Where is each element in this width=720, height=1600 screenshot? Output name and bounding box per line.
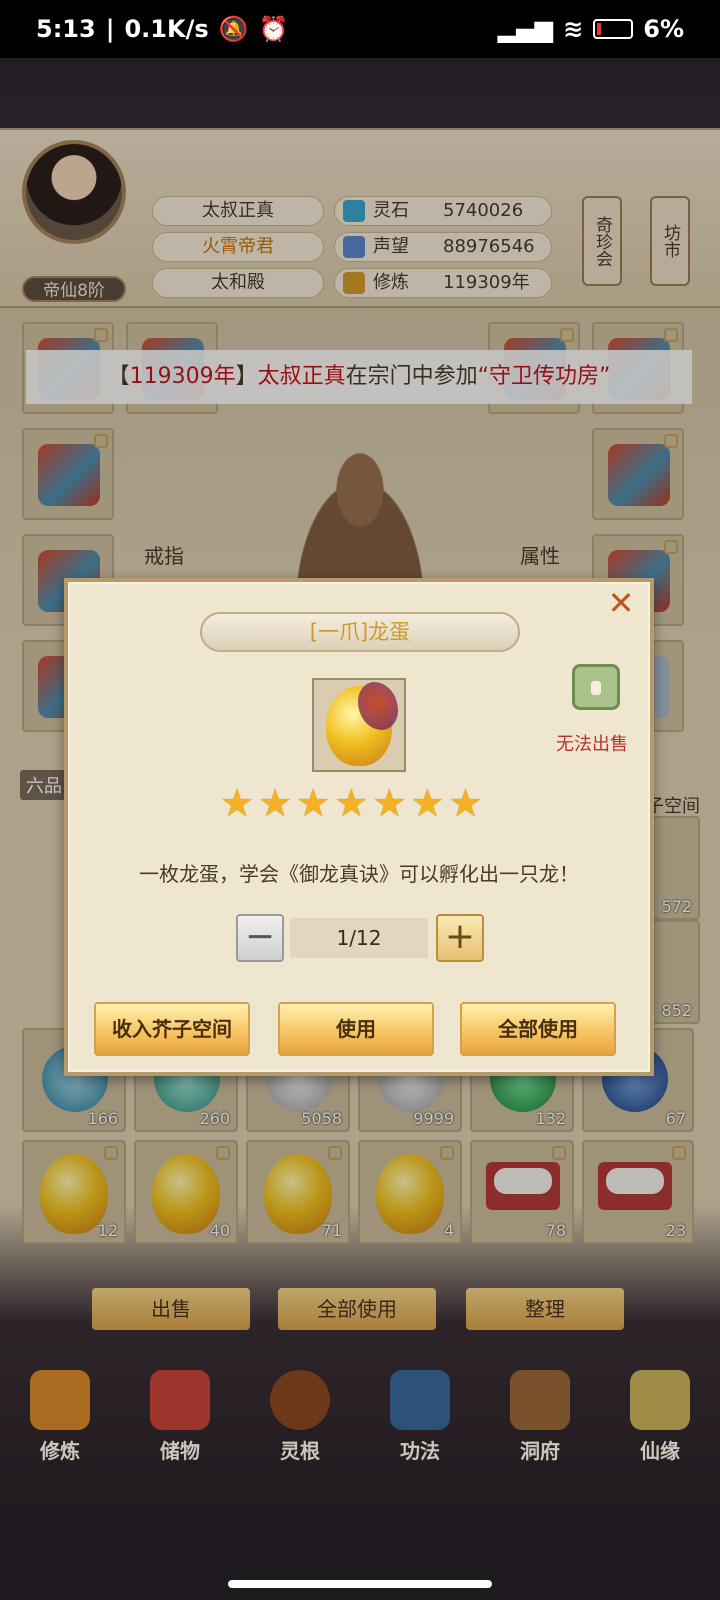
item-title: [一爪]龙蛋: [200, 612, 520, 652]
use-all-button[interactable]: 全部使用: [460, 1002, 616, 1056]
alarm-icon: ⏰: [258, 15, 289, 43]
battery-level: 6%: [643, 15, 684, 43]
quantity-field[interactable]: 1/12: [290, 918, 428, 958]
store-in-space-button[interactable]: 收入芥子空间: [94, 1002, 250, 1056]
net-speed: 0.1K/s: [124, 15, 209, 43]
wifi-icon: ≋: [563, 15, 584, 43]
star-icon: ★: [258, 781, 293, 825]
star-rating: ★ ★ ★ ★ ★ ★ ★: [220, 784, 483, 822]
item-image-frame: [312, 678, 406, 772]
star-icon: ★: [334, 781, 369, 825]
lock-icon: [572, 664, 620, 710]
item-description: 一枚龙蛋，学会《御龙真诀》可以孵化出一只龙！: [139, 862, 579, 886]
star-icon: ★: [372, 781, 407, 825]
clock: 5:13: [36, 15, 96, 43]
star-icon: ★: [410, 781, 445, 825]
star-icon: ★: [448, 781, 483, 825]
divider: |: [105, 15, 115, 43]
star-icon: ★: [296, 781, 331, 825]
signal-icon: ▂▄▆: [497, 15, 554, 43]
home-indicator[interactable]: [228, 1580, 492, 1588]
increase-quantity-button[interactable]: +: [436, 914, 484, 962]
star-icon: ★: [220, 781, 255, 825]
no-sell-label: 无法出售: [556, 734, 628, 755]
close-icon[interactable]: ✕: [604, 586, 638, 620]
decrease-quantity-button[interactable]: −: [236, 914, 284, 962]
use-button[interactable]: 使用: [278, 1002, 434, 1056]
status-bar: 5:13 | 0.1K/s 🔕 ⏰ ▂▄▆ ≋ 6%: [0, 0, 720, 58]
battery-icon: [593, 19, 634, 39]
bell-off-icon: 🔕: [218, 15, 249, 43]
